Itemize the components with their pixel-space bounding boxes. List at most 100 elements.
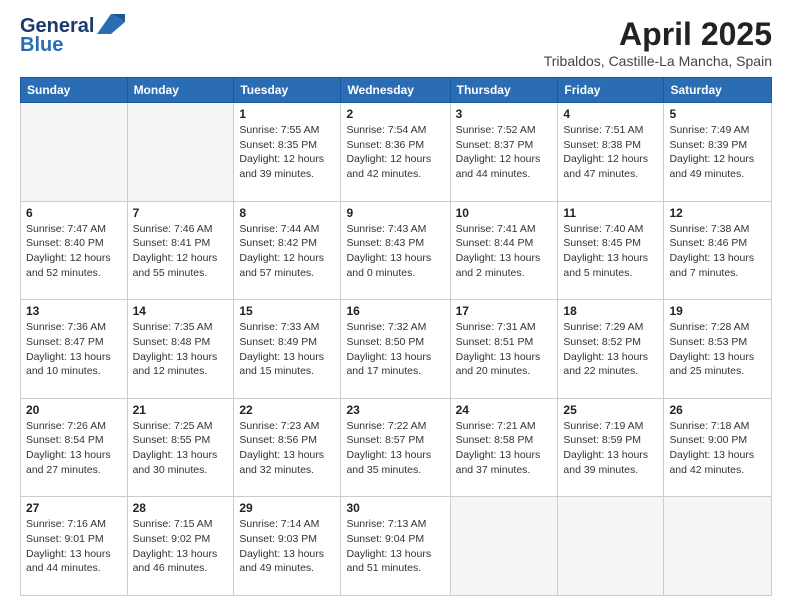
header: General Blue April 2025 Tribaldos, Casti… [20,16,772,69]
table-row: 1 Sunrise: 7:55 AMSunset: 8:35 PMDaylight… [234,103,341,202]
day-number: 26 [669,403,766,417]
table-row: 26 Sunrise: 7:18 AMSunset: 9:00 PMDayligh… [664,398,772,497]
day-number: 28 [133,501,229,515]
day-number: 22 [239,403,335,417]
table-row: 19 Sunrise: 7:28 AMSunset: 8:53 PMDayligh… [664,300,772,399]
day-info: Sunrise: 7:15 AMSunset: 9:02 PMDaylight:… [133,517,229,576]
day-number: 25 [563,403,658,417]
table-row [558,497,664,596]
calendar-table: Sunday Monday Tuesday Wednesday Thursday… [20,77,772,596]
table-row: 18 Sunrise: 7:29 AMSunset: 8:52 PMDayligh… [558,300,664,399]
table-row: 9Sunrise: 7:43 AMSunset: 8:43 PMDaylight… [341,201,450,300]
day-number: 4 [563,107,658,121]
day-info: Sunrise: 7:46 AMSunset: 8:41 PMDaylight:… [133,222,229,281]
day-info: Sunrise: 7:47 AMSunset: 8:40 PMDaylight:… [26,222,122,281]
table-row: 6 Sunrise: 7:47 AMSunset: 8:40 PMDaylight… [21,201,128,300]
table-row: 21 Sunrise: 7:25 AMSunset: 8:55 PMDayligh… [127,398,234,497]
day-info: Sunrise: 7:31 AMSunset: 8:51 PMDaylight:… [456,320,553,379]
day-number: 23 [346,403,444,417]
day-info: Sunrise: 7:14 AMSunset: 9:03 PMDaylight:… [239,517,335,576]
day-info: Sunrise: 7:26 AMSunset: 8:54 PMDaylight:… [26,419,122,478]
day-number: 11 [563,206,658,220]
day-number: 17 [456,304,553,318]
day-number: 21 [133,403,229,417]
day-info: Sunrise: 7:35 AMSunset: 8:48 PMDaylight:… [133,320,229,379]
day-number: 12 [669,206,766,220]
month-year: April 2025 [544,16,772,53]
day-info: Sunrise: 7:32 AMSunset: 8:50 PMDaylight:… [346,320,444,379]
table-row: 12Sunrise: 7:38 AMSunset: 8:46 PMDayligh… [664,201,772,300]
table-row: 29 Sunrise: 7:14 AMSunset: 9:03 PMDayligh… [234,497,341,596]
col-monday: Monday [127,78,234,103]
col-wednesday: Wednesday [341,78,450,103]
day-info: Sunrise: 7:22 AMSunset: 8:57 PMDaylight:… [346,419,444,478]
logo-blue: Blue [20,34,63,57]
day-info: Sunrise: 7:21 AMSunset: 8:58 PMDaylight:… [456,419,553,478]
location: Tribaldos, Castille-La Mancha, Spain [544,53,772,69]
day-info: Sunrise: 7:33 AMSunset: 8:49 PMDaylight:… [239,320,335,379]
col-sunday: Sunday [21,78,128,103]
table-row: 13 Sunrise: 7:36 AMSunset: 8:47 PMDayligh… [21,300,128,399]
table-row: 3 Sunrise: 7:52 AMSunset: 8:37 PMDaylight… [450,103,558,202]
table-row: 14 Sunrise: 7:35 AMSunset: 8:48 PMDayligh… [127,300,234,399]
day-info: Sunrise: 7:51 AMSunset: 8:38 PMDaylight:… [563,123,658,182]
day-number: 3 [456,107,553,121]
table-row: 11 Sunrise: 7:40 AMSunset: 8:45 PMDayligh… [558,201,664,300]
calendar-header-row: Sunday Monday Tuesday Wednesday Thursday… [21,78,772,103]
table-row: 5 Sunrise: 7:49 AMSunset: 8:39 PMDaylight… [664,103,772,202]
table-row: 30Sunrise: 7:13 AMSunset: 9:04 PMDayligh… [341,497,450,596]
day-number: 8 [239,206,335,220]
day-info: Sunrise: 7:18 AMSunset: 9:00 PMDaylight:… [669,419,766,478]
table-row: 17 Sunrise: 7:31 AMSunset: 8:51 PMDayligh… [450,300,558,399]
day-info: Sunrise: 7:23 AMSunset: 8:56 PMDaylight:… [239,419,335,478]
col-friday: Friday [558,78,664,103]
table-row: 24 Sunrise: 7:21 AMSunset: 8:58 PMDayligh… [450,398,558,497]
page: General Blue April 2025 Tribaldos, Casti… [0,0,792,612]
table-row [450,497,558,596]
table-row: 28 Sunrise: 7:15 AMSunset: 9:02 PMDayligh… [127,497,234,596]
day-number: 16 [346,304,444,318]
table-row: 10Sunrise: 7:41 AMSunset: 8:44 PMDayligh… [450,201,558,300]
day-info: Sunrise: 7:29 AMSunset: 8:52 PMDaylight:… [563,320,658,379]
title-block: April 2025 Tribaldos, Castille-La Mancha… [544,16,772,69]
table-row: 8Sunrise: 7:44 AMSunset: 8:42 PMDaylight… [234,201,341,300]
day-number: 2 [346,107,444,121]
table-row: 16 Sunrise: 7:32 AMSunset: 8:50 PMDayligh… [341,300,450,399]
table-row: 7 Sunrise: 7:46 AMSunset: 8:41 PMDaylight… [127,201,234,300]
day-info: Sunrise: 7:28 AMSunset: 8:53 PMDaylight:… [669,320,766,379]
day-number: 6 [26,206,122,220]
day-number: 1 [239,107,335,121]
table-row: 4 Sunrise: 7:51 AMSunset: 8:38 PMDaylight… [558,103,664,202]
day-info: Sunrise: 7:19 AMSunset: 8:59 PMDaylight:… [563,419,658,478]
day-info: Sunrise: 7:55 AMSunset: 8:35 PMDaylight:… [239,123,335,182]
day-info: Sunrise: 7:52 AMSunset: 8:37 PMDaylight:… [456,123,553,182]
table-row: 23 Sunrise: 7:22 AMSunset: 8:57 PMDayligh… [341,398,450,497]
day-number: 18 [563,304,658,318]
day-number: 10 [456,206,553,220]
table-row: 15 Sunrise: 7:33 AMSunset: 8:49 PMDayligh… [234,300,341,399]
table-row [127,103,234,202]
day-info: Sunrise: 7:40 AMSunset: 8:45 PMDaylight:… [563,222,658,281]
col-tuesday: Tuesday [234,78,341,103]
day-number: 7 [133,206,229,220]
day-number: 20 [26,403,122,417]
day-info: Sunrise: 7:13 AMSunset: 9:04 PMDaylight:… [346,517,444,576]
day-info: Sunrise: 7:36 AMSunset: 8:47 PMDaylight:… [26,320,122,379]
day-number: 13 [26,304,122,318]
col-thursday: Thursday [450,78,558,103]
day-info: Sunrise: 7:49 AMSunset: 8:39 PMDaylight:… [669,123,766,182]
day-number: 14 [133,304,229,318]
day-info: Sunrise: 7:25 AMSunset: 8:55 PMDaylight:… [133,419,229,478]
day-number: 27 [26,501,122,515]
day-number: 15 [239,304,335,318]
day-number: 24 [456,403,553,417]
table-row [21,103,128,202]
day-info: Sunrise: 7:16 AMSunset: 9:01 PMDaylight:… [26,517,122,576]
day-number: 19 [669,304,766,318]
day-number: 29 [239,501,335,515]
table-row: 27 Sunrise: 7:16 AMSunset: 9:01 PMDayligh… [21,497,128,596]
table-row [664,497,772,596]
day-number: 9 [346,206,444,220]
table-row: 2Sunrise: 7:54 AMSunset: 8:36 PMDaylight… [341,103,450,202]
day-number: 5 [669,107,766,121]
